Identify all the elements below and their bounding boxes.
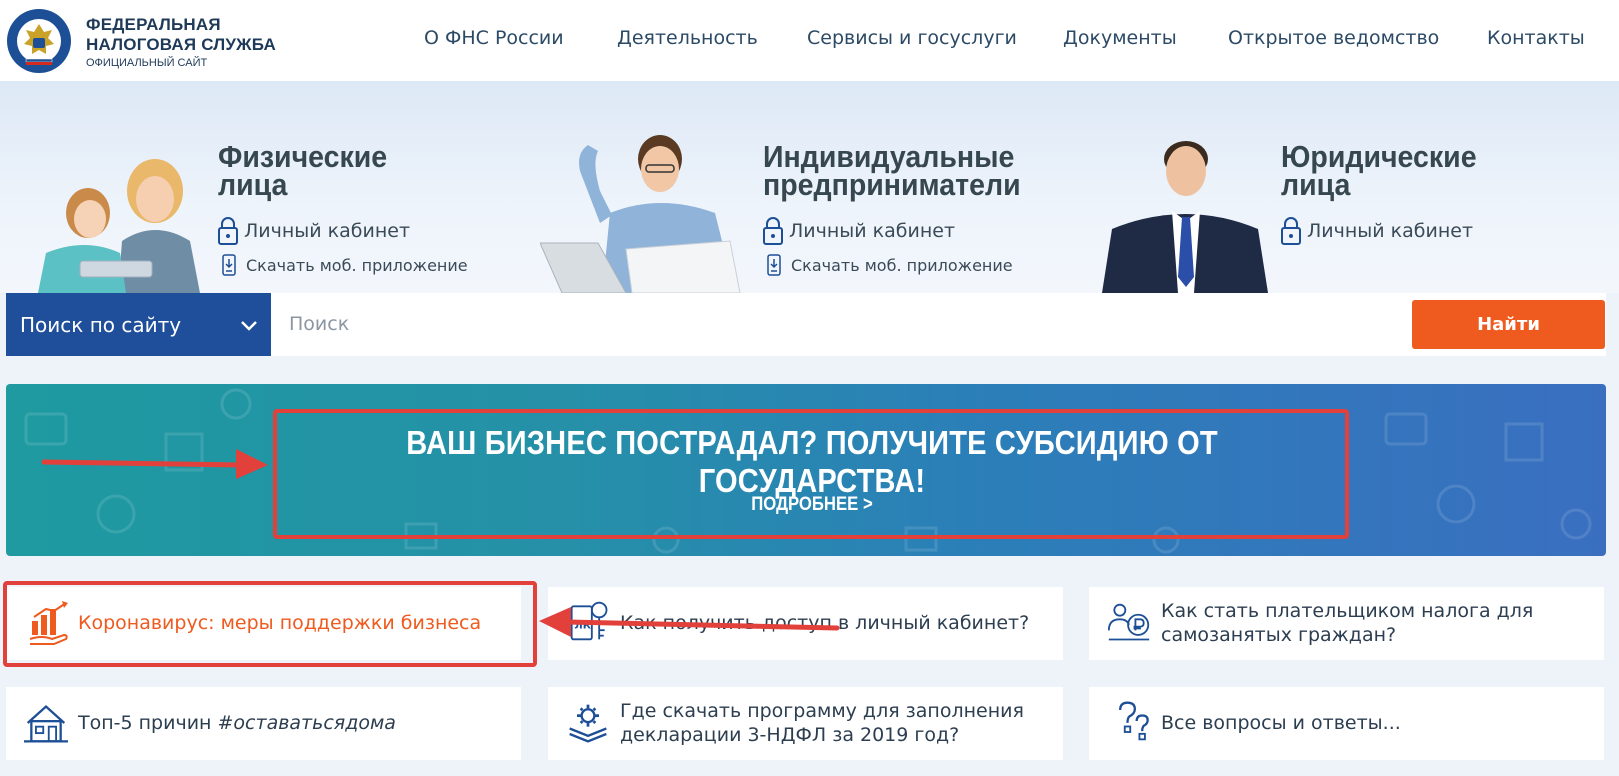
segment-entrepreneurs-title-line2: предприниматели bbox=[763, 167, 1021, 202]
site-header: ФЕДЕРАЛЬНАЯ НАЛОГОВАЯ СЛУЖБА ОФИЦИАЛЬНЫЙ… bbox=[0, 0, 1619, 81]
nav-documents[interactable]: Документы bbox=[1063, 27, 1177, 49]
annotation-arrow-right bbox=[41, 449, 268, 479]
legal-cabinet-label: Личный кабинет bbox=[1307, 220, 1474, 242]
annotation-arrow-left bbox=[539, 607, 840, 637]
entrepreneurs-app-label: Скачать моб. приложение bbox=[791, 255, 1013, 275]
mobile-download-icon bbox=[222, 254, 236, 276]
card-self-employed-line2: самозанятых граждан? bbox=[1161, 624, 1397, 646]
card-3ndfl-line2: декларации 3-НДФЛ за 2019 год? bbox=[620, 724, 960, 746]
card-stay-home[interactable]: Топ-5 причин #оставатьсядома bbox=[6, 687, 521, 760]
segment-individuals-title-line2: лица bbox=[218, 167, 288, 202]
mobile-download-icon bbox=[767, 254, 781, 276]
segment-legal-title-line2: лица bbox=[1281, 167, 1351, 202]
card-stay-home-plain: Топ-5 причин bbox=[78, 712, 218, 734]
brand-block[interactable]: ФЕДЕРАЛЬНАЯ НАЛОГОВАЯ СЛУЖБА ОФИЦИАЛЬНЫЙ… bbox=[86, 15, 276, 69]
entrepreneur-illustration bbox=[540, 135, 741, 293]
individuals-cabinet-label: Личный кабинет bbox=[244, 220, 411, 242]
card-stay-home-text: Топ-5 причин #оставатьсядома bbox=[78, 711, 396, 735]
segment-entrepreneurs-title[interactable]: Индивидуальные предприниматели bbox=[763, 141, 1021, 202]
individuals-app-link[interactable]: Скачать моб. приложение bbox=[222, 254, 468, 276]
card-3ndfl-text: Где скачать программу для заполнения дек… bbox=[620, 699, 1024, 747]
search-scope-dropdown[interactable]: Поиск по сайту bbox=[6, 293, 271, 356]
card-stay-home-hashtag: #оставатьсядома bbox=[217, 712, 396, 734]
lock-icon bbox=[763, 217, 783, 245]
self-employed-ruble-icon bbox=[1107, 603, 1150, 641]
search-input[interactable] bbox=[289, 307, 1349, 341]
brand-title-line2: НАЛОГОВАЯ СЛУЖБА bbox=[86, 35, 276, 54]
nav-services[interactable]: Сервисы и госуслуги bbox=[807, 27, 1017, 49]
card-3ndfl-program[interactable]: Где скачать программу для заполнения дек… bbox=[548, 687, 1063, 760]
card-highlight-frame bbox=[3, 581, 537, 667]
audience-hero: Физические лица Личный кабинет Скачать м… bbox=[0, 81, 1619, 293]
gear-layers-icon bbox=[569, 704, 607, 743]
card-all-questions-text: Все вопросы и ответы... bbox=[1161, 712, 1401, 734]
lock-icon bbox=[218, 217, 238, 245]
mother-daughter-illustration bbox=[38, 159, 200, 293]
brand-title-line1: ФЕДЕРАЛЬНАЯ bbox=[86, 15, 221, 34]
nav-open-agency[interactable]: Открытое ведомство bbox=[1228, 27, 1439, 49]
house-icon bbox=[24, 704, 68, 743]
individuals-cabinet-link[interactable]: Личный кабинет bbox=[218, 216, 410, 246]
card-self-employed-line1: Как стать плательщиком налога для bbox=[1161, 600, 1534, 622]
businessman-illustration bbox=[1102, 141, 1268, 293]
segment-legal-title[interactable]: Юридические лица bbox=[1281, 141, 1477, 202]
search-scope-label: Поиск по сайту bbox=[20, 312, 182, 337]
card-self-employed-text: Как стать плательщиком налога для самоза… bbox=[1161, 599, 1533, 647]
entrepreneurs-app-link[interactable]: Скачать моб. приложение bbox=[767, 254, 1013, 276]
nav-about-fns[interactable]: О ФНС России bbox=[424, 27, 564, 49]
banner-highlight-frame bbox=[273, 409, 1349, 539]
fns-emblem-logo[interactable] bbox=[6, 8, 72, 74]
card-3ndfl-line1: Где скачать программу для заполнения bbox=[620, 700, 1024, 722]
card-self-employed-tax[interactable]: Как стать плательщиком налога для самоза… bbox=[1089, 587, 1604, 660]
brand-subtitle: ОФИЦИАЛЬНЫЙ САЙТ bbox=[86, 57, 208, 69]
entrepreneurs-cabinet-label: Личный кабинет bbox=[789, 220, 956, 242]
card-all-questions[interactable]: Все вопросы и ответы... bbox=[1089, 687, 1604, 760]
search-submit-button[interactable]: Найти bbox=[1412, 300, 1605, 349]
individuals-app-label: Скачать моб. приложение bbox=[246, 255, 468, 275]
entrepreneurs-cabinet-link[interactable]: Личный кабинет bbox=[763, 216, 955, 246]
segment-individuals-title[interactable]: Физические лица bbox=[218, 141, 387, 202]
lock-icon bbox=[1281, 217, 1301, 245]
nav-activity[interactable]: Деятельность bbox=[617, 27, 758, 49]
legal-cabinet-link[interactable]: Личный кабинет bbox=[1281, 216, 1473, 246]
chevron-down-icon bbox=[241, 321, 257, 331]
question-marks-icon bbox=[1119, 701, 1149, 741]
search-bar: Поиск по сайту Найти bbox=[6, 293, 1606, 356]
nav-contacts[interactable]: Контакты bbox=[1487, 27, 1585, 49]
